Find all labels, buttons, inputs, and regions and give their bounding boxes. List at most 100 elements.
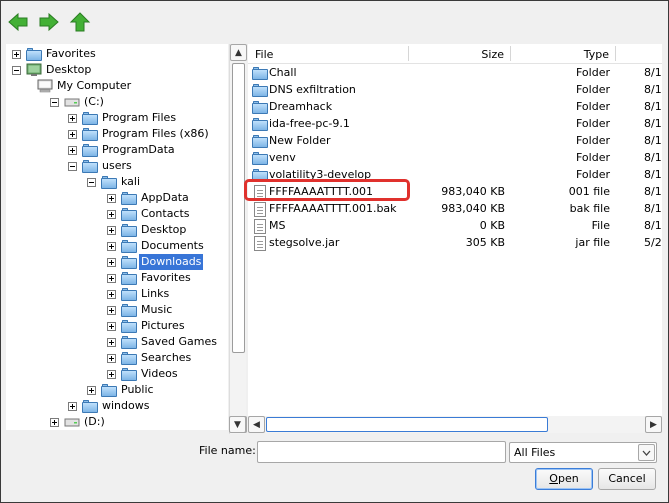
tree-node-label[interactable]: Searches: [139, 350, 193, 366]
tree-node[interactable]: Desktop: [6, 222, 228, 238]
scroll-left-icon[interactable]: ◀: [248, 416, 265, 433]
tree-node[interactable]: (D:): [6, 414, 228, 430]
tree-node-label[interactable]: Videos: [139, 366, 180, 382]
expand-icon[interactable]: [68, 114, 77, 123]
tree-node[interactable]: Music: [6, 302, 228, 318]
tree-node-label[interactable]: Downloads: [139, 254, 204, 270]
tree-node[interactable]: Downloads: [6, 254, 228, 270]
tree-node-label[interactable]: Links: [139, 286, 171, 302]
file-row[interactable]: stegsolve.jar 305 KB jar file 5/2: [248, 234, 662, 251]
tree-node[interactable]: Saved Games: [6, 334, 228, 350]
tree-scroll-thumb[interactable]: [232, 63, 245, 353]
expand-icon[interactable]: [107, 226, 116, 235]
file-row[interactable]: venv Folder 8/1: [248, 149, 662, 166]
tree-node[interactable]: Public: [6, 382, 228, 398]
tree-node[interactable]: windows: [6, 398, 228, 414]
collapse-icon[interactable]: [87, 178, 96, 187]
expand-icon[interactable]: [68, 130, 77, 139]
file-row[interactable]: ida-free-pc-9.1 Folder 8/12: [248, 115, 662, 132]
tree-node-label[interactable]: users: [100, 158, 134, 174]
tree-node-label[interactable]: Music: [139, 302, 174, 318]
tree-node[interactable]: Favorites: [6, 270, 228, 286]
tree-node-label[interactable]: ProgramData: [100, 142, 177, 158]
tree-node-label[interactable]: Favorites: [139, 270, 193, 286]
expand-icon[interactable]: [12, 50, 21, 59]
chevron-down-icon[interactable]: [638, 444, 655, 461]
expand-icon[interactable]: [107, 274, 116, 283]
expand-icon[interactable]: [107, 338, 116, 347]
tree-node-label[interactable]: (C:): [82, 94, 106, 110]
collapse-icon[interactable]: [68, 162, 77, 171]
file-row[interactable]: New Folder Folder 8/1: [248, 132, 662, 149]
scroll-right-icon[interactable]: ▶: [645, 416, 662, 433]
horizontal-scroll-thumb[interactable]: [266, 417, 548, 432]
expand-icon[interactable]: [87, 386, 96, 395]
expand-icon[interactable]: [107, 306, 116, 315]
column-type[interactable]: Type: [516, 44, 609, 64]
file-row[interactable]: Dreamhack Folder 8/1: [248, 98, 662, 115]
tree-node[interactable]: My Computer: [6, 78, 228, 94]
file-row[interactable]: Chall Folder 8/1: [248, 64, 662, 81]
file-type-select[interactable]: All Files: [509, 442, 657, 463]
expand-icon[interactable]: [107, 354, 116, 363]
tree-node-label[interactable]: My Computer: [55, 78, 133, 94]
file-name-input[interactable]: [257, 441, 506, 463]
tree-node[interactable]: ProgramData: [6, 142, 228, 158]
forward-arrow-icon[interactable]: [36, 9, 62, 35]
column-size[interactable]: Size: [413, 44, 504, 64]
tree-node-label[interactable]: kali: [119, 174, 142, 190]
tree-node-label[interactable]: Documents: [139, 238, 206, 254]
collapse-icon[interactable]: [12, 66, 21, 75]
expand-icon[interactable]: [50, 418, 59, 427]
tree-node[interactable]: Program Files (x86): [6, 126, 228, 142]
folder-tree[interactable]: Favorites Desktop My Computer (C:) Program F…: [6, 44, 228, 430]
tree-node[interactable]: Desktop: [6, 62, 228, 78]
expand-icon[interactable]: [107, 290, 116, 299]
expand-icon[interactable]: [68, 146, 77, 155]
expand-icon[interactable]: [68, 402, 77, 411]
tree-node[interactable]: Favorites: [6, 46, 228, 62]
tree-node-label[interactable]: AppData: [139, 190, 191, 206]
tree-node[interactable]: Searches: [6, 350, 228, 366]
scroll-up-icon[interactable]: ▲: [230, 44, 247, 61]
expand-icon[interactable]: [107, 370, 116, 379]
up-arrow-icon[interactable]: [67, 9, 93, 35]
file-list-horizontal-scrollbar[interactable]: ◀ ▶: [248, 416, 662, 433]
tree-node[interactable]: Pictures: [6, 318, 228, 334]
expand-icon[interactable]: [107, 258, 116, 267]
file-row[interactable]: DNS exfiltration Folder 8/1: [248, 81, 662, 98]
tree-node[interactable]: Program Files: [6, 110, 228, 126]
file-row[interactable]: MS 0 KB File 8/1: [248, 217, 662, 234]
tree-node-label[interactable]: Favorites: [44, 46, 98, 62]
expand-icon[interactable]: [107, 322, 116, 331]
tree-node-label[interactable]: Saved Games: [139, 334, 219, 350]
tree-vertical-scrollbar[interactable]: ▲ ▼: [229, 44, 247, 434]
open-button[interactable]: Open: [535, 468, 593, 490]
scroll-down-icon[interactable]: ▼: [229, 416, 246, 433]
expand-icon[interactable]: [107, 194, 116, 203]
expand-icon[interactable]: [107, 242, 116, 251]
tree-node-label[interactable]: Program Files: [100, 110, 178, 126]
expand-icon[interactable]: [107, 210, 116, 219]
tree-node-label[interactable]: Public: [119, 382, 156, 398]
tree-node[interactable]: Documents: [6, 238, 228, 254]
tree-node-label[interactable]: Desktop: [139, 222, 188, 238]
tree-node-label[interactable]: windows: [100, 398, 151, 414]
collapse-icon[interactable]: [50, 98, 59, 107]
tree-node-label[interactable]: Pictures: [139, 318, 187, 334]
tree-node[interactable]: users: [6, 158, 228, 174]
tree-node-label[interactable]: Desktop: [44, 62, 93, 78]
tree-node[interactable]: Links: [6, 286, 228, 302]
tree-node[interactable]: Contacts: [6, 206, 228, 222]
tree-node[interactable]: kali: [6, 174, 228, 190]
back-arrow-icon[interactable]: [5, 9, 31, 35]
file-row[interactable]: FFFFAAAATTTT.001.bak 983,040 KB bak file 8/…: [248, 200, 662, 217]
tree-node-label[interactable]: Program Files (x86): [100, 126, 211, 142]
tree-node[interactable]: AppData: [6, 190, 228, 206]
tree-node-label[interactable]: (D:): [82, 414, 107, 430]
tree-node[interactable]: (C:): [6, 94, 228, 110]
column-file[interactable]: File: [255, 44, 273, 64]
cancel-button[interactable]: Cancel: [598, 468, 656, 490]
tree-node[interactable]: Videos: [6, 366, 228, 382]
tree-node-label[interactable]: Contacts: [139, 206, 192, 222]
